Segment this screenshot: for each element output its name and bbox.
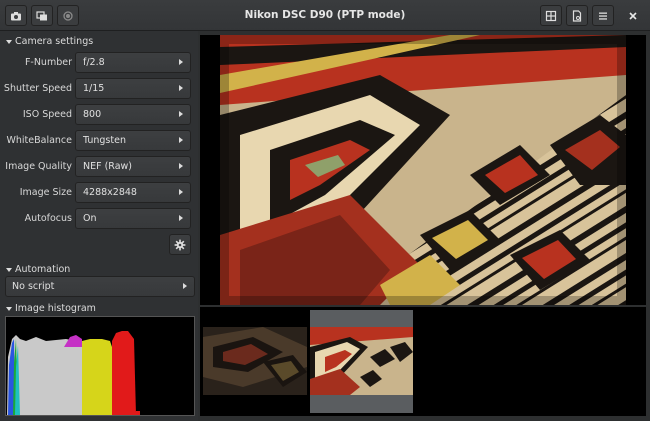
setting-label: Shutter Speed bbox=[3, 83, 72, 94]
chevron-right-icon bbox=[179, 137, 183, 143]
setting-label: ISO Speed bbox=[22, 109, 72, 120]
setting-label: F-Number bbox=[24, 57, 72, 68]
chevron-right-icon bbox=[179, 215, 183, 221]
histogram-header[interactable]: Image histogram bbox=[6, 303, 96, 314]
document-icon bbox=[572, 9, 582, 22]
grid-view-button[interactable] bbox=[540, 5, 562, 26]
chevron-right-icon bbox=[179, 189, 183, 195]
automation-header[interactable]: Automation bbox=[6, 264, 70, 275]
live-preview-image[interactable] bbox=[220, 35, 626, 305]
white-balance-combo[interactable]: Tungsten bbox=[75, 130, 191, 151]
setting-row-image-quality: Image Quality NEF (Raw) bbox=[0, 156, 198, 178]
setting-row-autofocus: Autofocus On bbox=[0, 208, 198, 230]
setting-value: 4288x2848 bbox=[83, 187, 137, 198]
setting-label: Image Size bbox=[19, 187, 72, 198]
thumbnail-image bbox=[203, 327, 307, 395]
setting-label: Autofocus bbox=[24, 213, 72, 224]
hamburger-menu-icon bbox=[599, 12, 607, 20]
setting-row-image-size: Image Size 4288x2848 bbox=[0, 182, 198, 204]
close-button[interactable] bbox=[622, 5, 644, 26]
preview-area bbox=[200, 35, 646, 305]
grid-view-icon bbox=[545, 10, 557, 21]
setting-value: f/2.8 bbox=[83, 57, 105, 68]
image-size-combo[interactable]: 4288x2848 bbox=[75, 182, 191, 203]
iso-speed-combo[interactable]: 800 bbox=[75, 104, 191, 125]
close-icon bbox=[629, 11, 637, 20]
expander-down-icon bbox=[6, 306, 12, 311]
chevron-right-icon bbox=[183, 283, 187, 289]
thumbnail-2-selected[interactable] bbox=[310, 310, 413, 413]
script-value: No script bbox=[12, 281, 55, 292]
histogram-title: Image histogram bbox=[15, 303, 96, 314]
setting-value: On bbox=[83, 213, 97, 224]
setting-value: Tungsten bbox=[83, 135, 126, 146]
document-button[interactable] bbox=[566, 5, 588, 26]
chevron-right-icon bbox=[179, 85, 183, 91]
autofocus-combo[interactable]: On bbox=[75, 208, 191, 229]
setting-row-f-number: F-Number f/2.8 bbox=[0, 52, 198, 74]
expander-down-icon bbox=[6, 267, 12, 272]
camera-settings-title: Camera settings bbox=[15, 36, 94, 47]
thumbnail-strip bbox=[200, 307, 646, 416]
histogram-graphic bbox=[7, 331, 140, 415]
image-histogram bbox=[5, 316, 195, 416]
image-quality-combo[interactable]: NEF (Raw) bbox=[75, 156, 191, 177]
setting-value: NEF (Raw) bbox=[83, 161, 132, 172]
setting-value: 800 bbox=[83, 109, 102, 120]
chevron-right-icon bbox=[179, 163, 183, 169]
chevron-right-icon bbox=[179, 59, 183, 65]
thumbnail-1[interactable] bbox=[203, 327, 307, 395]
menu-button[interactable] bbox=[592, 5, 614, 26]
shutter-speed-combo[interactable]: 1/15 bbox=[75, 78, 191, 99]
gear-icon bbox=[174, 239, 186, 250]
f-number-combo[interactable]: f/2.8 bbox=[75, 52, 191, 73]
setting-row-iso-speed: ISO Speed 800 bbox=[0, 104, 198, 126]
setting-row-shutter-speed: Shutter Speed 1/15 bbox=[0, 78, 198, 100]
setting-value: 1/15 bbox=[83, 83, 105, 94]
rug-photo bbox=[220, 35, 626, 305]
settings-gear-button[interactable] bbox=[169, 234, 191, 255]
chevron-right-icon bbox=[179, 111, 183, 117]
setting-label: WhiteBalance bbox=[6, 135, 72, 146]
setting-label: Image Quality bbox=[5, 161, 72, 172]
automation-title: Automation bbox=[15, 264, 71, 275]
header-bar: Nikon DSC D90 (PTP mode) bbox=[0, 0, 650, 31]
thumbnail-image bbox=[310, 327, 413, 395]
sidebar: Camera settings F-Number f/2.8 Shutter S… bbox=[0, 31, 198, 421]
setting-row-white-balance: WhiteBalance Tungsten bbox=[0, 130, 198, 152]
script-combo[interactable]: No script bbox=[5, 276, 195, 297]
camera-settings-header[interactable]: Camera settings bbox=[6, 36, 93, 47]
expander-down-icon bbox=[6, 39, 12, 44]
